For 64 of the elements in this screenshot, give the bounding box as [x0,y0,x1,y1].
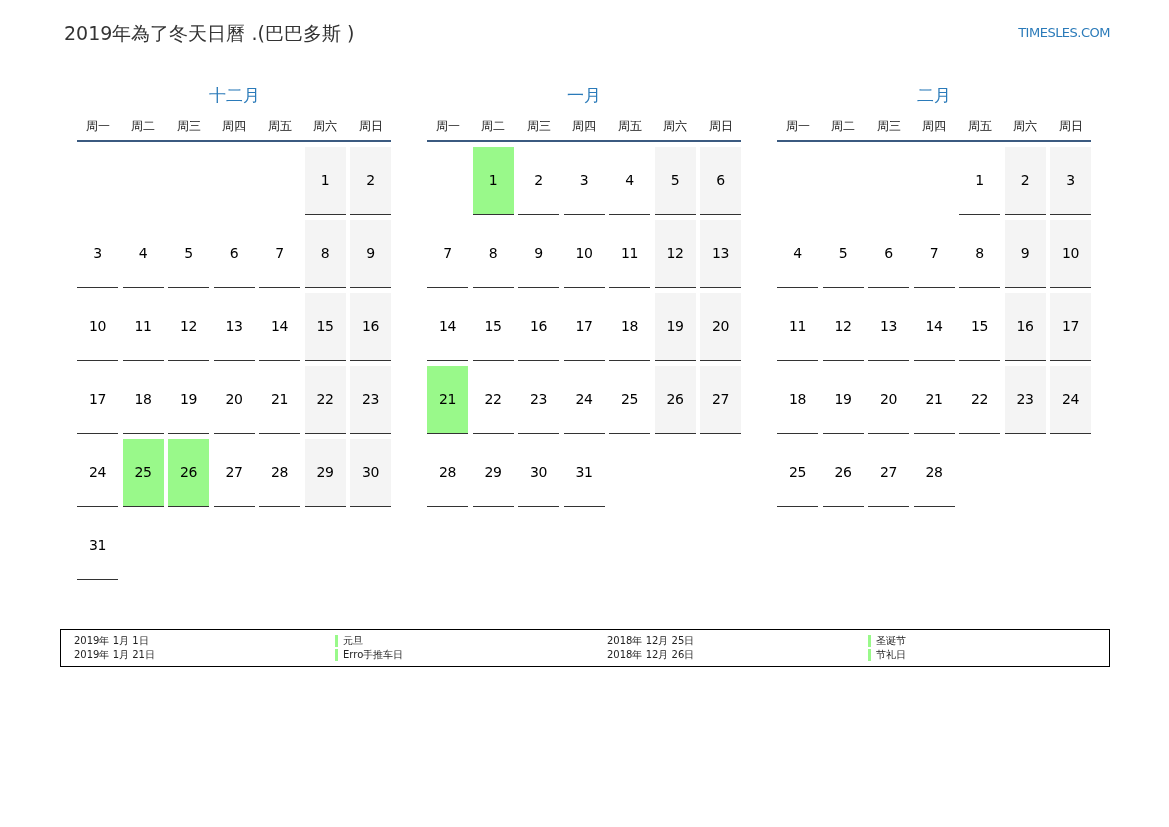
day-cell: 6 [700,147,741,215]
weekday-label: 周六 [1012,118,1038,135]
day-cell: 27 [700,366,741,434]
day-cell: 24 [1050,366,1091,434]
holiday-name: 元旦 [343,634,363,648]
weekday-label: 周三 [175,118,202,135]
weekday-label: 周日 [707,118,734,135]
day-cell: 1 [472,147,514,215]
day-cell: 8 [304,220,346,288]
day-cell: 10 [1050,220,1091,288]
weekday-label: 周三 [875,118,902,135]
day-cell: 26 [168,439,209,507]
day-cell: 25 [122,439,164,507]
weekday-label: 周日 [1057,118,1084,135]
day-cell: 16 [350,293,391,361]
day-cell: 29 [304,439,346,507]
day-cell: 22 [304,366,346,434]
weekday-label: 周六 [312,118,338,135]
weekday-label: 周二 [480,118,506,135]
weekday-label: 周一 [784,118,811,135]
day-cell: 12 [654,220,696,288]
holiday-name: 圣诞节 [876,634,906,648]
day-cell: 5 [654,147,696,215]
holiday-name: Erro手推车日 [343,648,404,662]
weekday-label: 周三 [525,118,552,135]
month-title: 二月 [916,84,952,106]
day-cell: 19 [654,293,696,361]
weekday-label: 周一 [84,118,111,135]
site-link[interactable]: TIMESLES.COM [1018,20,1110,46]
month-title: 十二月 [207,84,261,106]
weekday-label: 周四 [221,118,247,135]
weekday-label: 周六 [662,118,688,135]
day-cell: 2 [1004,147,1046,215]
holiday-date: 2018年 12月 26日 [607,648,696,662]
day-cell: 3 [1050,147,1091,215]
weekday-label: 周二 [130,118,156,135]
holiday-date: 2019年 1月 21日 [74,648,156,662]
day-cell: 23 [350,366,391,434]
holiday-date: 2019年 1月 1日 [74,634,150,648]
weekday-label: 周日 [357,118,384,135]
page-title: 2019年為了冬天日曆 .(巴巴多斯 ) [64,21,355,46]
day-cell: 1 [304,147,346,215]
day-cell: 9 [350,220,391,288]
month-title: 一月 [566,84,602,106]
day-cell: 2 [350,147,391,215]
weekday-label: 周一 [434,118,461,135]
weekday-label: 周五 [616,118,643,135]
day-cell: 26 [654,366,696,434]
day-cell: 9 [1004,220,1046,288]
day-cell: 17 [1050,293,1091,361]
day-cell: 13 [700,220,741,288]
holiday-date: 2018年 12月 25日 [607,634,696,648]
weekday-label: 周四 [921,118,947,135]
day-cell: 30 [350,439,391,507]
day-cell: 15 [304,293,346,361]
day-cell: 16 [1004,293,1046,361]
day-cell: 21 [427,366,468,434]
day-cell: 20 [700,293,741,361]
holiday-name: 节礼日 [876,648,906,662]
day-cell: 23 [1004,366,1046,434]
weekday-label: 周五 [966,118,993,135]
weekday-label: 周五 [266,118,293,135]
weekday-label: 周四 [571,118,597,135]
weekday-label: 周二 [830,118,856,135]
